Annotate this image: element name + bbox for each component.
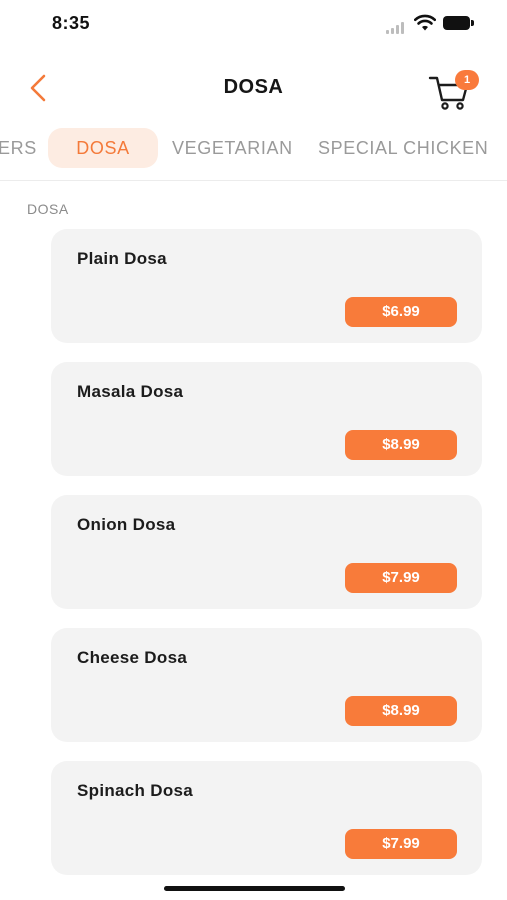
status-time: 8:35 bbox=[52, 13, 91, 33]
list-item[interactable]: Plain Dosa $6.99 bbox=[51, 229, 482, 343]
price-button[interactable]: $7.99 bbox=[345, 563, 457, 593]
tab-dosa[interactable]: DOSA bbox=[48, 128, 158, 168]
signal-icon bbox=[386, 22, 408, 34]
item-name: Cheese Dosa bbox=[77, 648, 188, 667]
list-item[interactable]: Cheese Dosa $8.99 bbox=[51, 628, 482, 742]
cart-badge: 1 bbox=[455, 70, 479, 90]
item-name: Plain Dosa bbox=[77, 249, 167, 268]
price-button[interactable]: $7.99 bbox=[345, 829, 457, 859]
cart-button[interactable]: 1 bbox=[426, 68, 484, 112]
list-item[interactable]: Spinach Dosa $7.99 bbox=[51, 761, 482, 875]
battery-icon bbox=[443, 16, 475, 30]
list-item[interactable]: Masala Dosa $8.99 bbox=[51, 362, 482, 476]
item-name: Masala Dosa bbox=[77, 382, 184, 401]
price-button[interactable]: $6.99 bbox=[345, 297, 457, 327]
section-label: DOSA bbox=[27, 201, 69, 217]
tab-special-chicken[interactable]: SPECIAL CHICKEN bbox=[318, 128, 507, 168]
list-item[interactable]: Onion Dosa $7.99 bbox=[51, 495, 482, 609]
tabs-divider bbox=[0, 180, 507, 181]
price-button[interactable]: $8.99 bbox=[345, 430, 457, 460]
header: DOSA 1 bbox=[0, 62, 507, 114]
status-bar: 8:35 bbox=[0, 0, 507, 48]
item-name: Spinach Dosa bbox=[77, 781, 194, 800]
item-list: Plain Dosa $6.99 Masala Dosa $8.99 Onion… bbox=[51, 229, 482, 894]
price-button[interactable]: $8.99 bbox=[345, 696, 457, 726]
menu-screen: 8:35 DOSA 1 ERS DOSA VEGETARIAN SPECIAL … bbox=[0, 0, 507, 900]
category-tabs: ERS DOSA VEGETARIAN SPECIAL CHICKEN bbox=[0, 128, 507, 168]
wifi-icon bbox=[414, 14, 436, 31]
tab-vegetarian[interactable]: VEGETARIAN bbox=[172, 128, 307, 168]
tab-starters[interactable]: ERS bbox=[0, 128, 38, 168]
home-indicator[interactable] bbox=[164, 886, 345, 891]
item-name: Onion Dosa bbox=[77, 515, 176, 534]
